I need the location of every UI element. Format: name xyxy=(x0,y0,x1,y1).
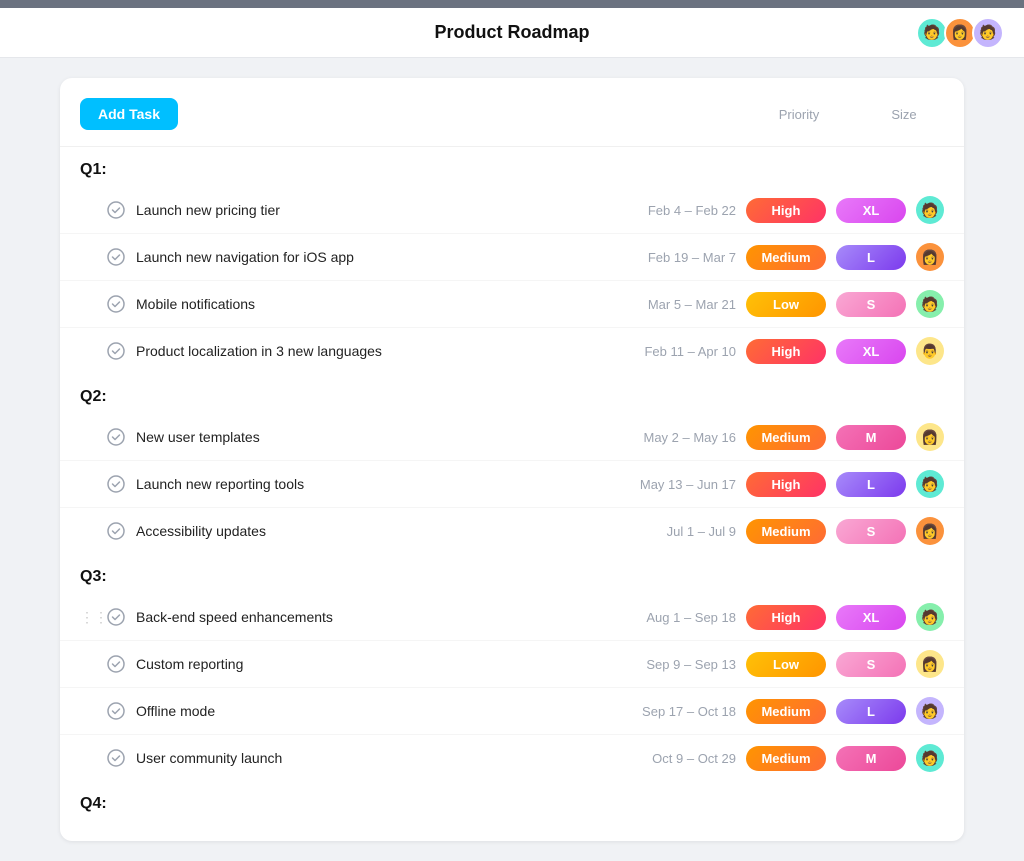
size-badge[interactable]: XL xyxy=(836,198,906,223)
header-avatars: 🧑 👩 🧑 xyxy=(916,17,1004,49)
task-name: Custom reporting xyxy=(136,656,596,672)
task-date: Sep 17 – Oct 18 xyxy=(606,704,736,719)
task-name: Launch new navigation for iOS app xyxy=(136,249,596,265)
column-headers: Priority Size xyxy=(754,107,944,122)
avatar: 👩 xyxy=(916,517,944,545)
priority-badge[interactable]: Low xyxy=(746,292,826,317)
table-row[interactable]: Launch new navigation for iOS app Feb 19 … xyxy=(60,234,964,281)
size-badge[interactable]: XL xyxy=(836,605,906,630)
section-q1: Q1: Launch new pricing tier Feb 4 – Feb 22… xyxy=(60,147,964,374)
priority-badge[interactable]: Medium xyxy=(746,699,826,724)
size-badge[interactable]: S xyxy=(836,519,906,544)
drag-handle-icon[interactable]: ⋮⋮ xyxy=(80,609,96,626)
task-name: User community launch xyxy=(136,750,596,766)
check-icon[interactable] xyxy=(106,748,126,768)
check-icon[interactable] xyxy=(106,654,126,674)
size-badge[interactable]: S xyxy=(836,292,906,317)
table-row[interactable]: Launch new reporting tools May 13 – Jun 1… xyxy=(60,461,964,508)
table-row[interactable]: Mobile notifications Mar 5 – Mar 21 Low S 🧑 xyxy=(60,281,964,328)
task-name: Launch new reporting tools xyxy=(136,476,596,492)
avatar: 🧑 xyxy=(916,697,944,725)
task-name: Offline mode xyxy=(136,703,596,719)
task-date: Aug 1 – Sep 18 xyxy=(606,610,736,625)
task-name: Launch new pricing tier xyxy=(136,202,596,218)
task-date: Oct 9 – Oct 29 xyxy=(606,751,736,766)
avatar: 👩 xyxy=(916,423,944,451)
avatar: 👨 xyxy=(916,337,944,365)
section-header-q4: Q4: xyxy=(60,781,964,821)
check-icon[interactable] xyxy=(106,294,126,314)
check-icon[interactable] xyxy=(106,341,126,361)
priority-header: Priority xyxy=(754,107,844,122)
size-badge[interactable]: L xyxy=(836,699,906,724)
avatar: 🧑 xyxy=(916,470,944,498)
header: Product Roadmap 🧑 👩 🧑 xyxy=(0,8,1024,58)
priority-badge[interactable]: Medium xyxy=(746,519,826,544)
task-date: May 13 – Jun 17 xyxy=(606,477,736,492)
priority-badge[interactable]: Low xyxy=(746,652,826,677)
task-name: Accessibility updates xyxy=(136,523,596,539)
table-row[interactable]: Launch new pricing tier Feb 4 – Feb 22 Hig… xyxy=(60,187,964,234)
table-row[interactable]: Accessibility updates Jul 1 – Jul 9 Medium… xyxy=(60,508,964,554)
avatar: 🧑 xyxy=(916,744,944,772)
top-bar xyxy=(0,0,1024,8)
priority-badge[interactable]: Medium xyxy=(746,746,826,771)
task-date: Sep 9 – Sep 13 xyxy=(606,657,736,672)
task-date: Mar 5 – Mar 21 xyxy=(606,297,736,312)
check-icon[interactable] xyxy=(106,474,126,494)
section-header-q3: Q3: xyxy=(60,554,964,594)
avatar: 🧑 xyxy=(916,603,944,631)
table-row[interactable]: ⋮⋮ Back-end speed enhancements Aug 1 – Sep… xyxy=(60,594,964,641)
check-icon[interactable] xyxy=(106,427,126,447)
roadmap-card: Add Task Priority Size Q1:Launch new pri… xyxy=(60,78,964,841)
size-badge[interactable]: L xyxy=(836,245,906,270)
size-badge[interactable]: L xyxy=(836,472,906,497)
section-header-q1: Q1: xyxy=(60,147,964,187)
task-date: May 2 – May 16 xyxy=(606,430,736,445)
priority-badge[interactable]: High xyxy=(746,339,826,364)
section-q2: Q2: New user templates May 2 – May 16 Mediu… xyxy=(60,374,964,554)
avatar-3: 🧑 xyxy=(972,17,1004,49)
add-task-button[interactable]: Add Task xyxy=(80,98,178,130)
task-name: Back-end speed enhancements xyxy=(136,609,596,625)
task-name: Product localization in 3 new languages xyxy=(136,343,596,359)
sections-container: Q1: Launch new pricing tier Feb 4 – Feb 22… xyxy=(60,147,964,821)
table-row[interactable]: Product localization in 3 new languages F… xyxy=(60,328,964,374)
check-icon[interactable] xyxy=(106,701,126,721)
table-row[interactable]: Offline mode Sep 17 – Oct 18 Medium L 🧑 xyxy=(60,688,964,735)
avatar: 🧑 xyxy=(916,290,944,318)
avatar: 🧑 xyxy=(916,196,944,224)
page-title: Product Roadmap xyxy=(434,22,589,43)
priority-badge[interactable]: Medium xyxy=(746,245,826,270)
section-header-q2: Q2: xyxy=(60,374,964,414)
size-badge[interactable]: XL xyxy=(836,339,906,364)
size-badge[interactable]: S xyxy=(836,652,906,677)
priority-badge[interactable]: High xyxy=(746,472,826,497)
avatar: 👩 xyxy=(916,650,944,678)
priority-badge[interactable]: High xyxy=(746,198,826,223)
table-row[interactable]: New user templates May 2 – May 16 Medium M 👩 xyxy=(60,414,964,461)
table-row[interactable]: Custom reporting Sep 9 – Sep 13 Low S 👩 xyxy=(60,641,964,688)
check-icon[interactable] xyxy=(106,247,126,267)
check-icon[interactable] xyxy=(106,607,126,627)
size-badge[interactable]: M xyxy=(836,425,906,450)
section-q3: Q3: ⋮⋮ Back-end speed enhancements Aug 1 – … xyxy=(60,554,964,781)
task-date: Jul 1 – Jul 9 xyxy=(606,524,736,539)
task-date: Feb 4 – Feb 22 xyxy=(606,203,736,218)
task-name: Mobile notifications xyxy=(136,296,596,312)
priority-badge[interactable]: High xyxy=(746,605,826,630)
size-header: Size xyxy=(864,107,944,122)
task-name: New user templates xyxy=(136,429,596,445)
size-badge[interactable]: M xyxy=(836,746,906,771)
table-row[interactable]: User community launch Oct 9 – Oct 29 Mediu… xyxy=(60,735,964,781)
check-icon[interactable] xyxy=(106,521,126,541)
check-icon[interactable] xyxy=(106,200,126,220)
task-date: Feb 19 – Mar 7 xyxy=(606,250,736,265)
section-q4: Q4: xyxy=(60,781,964,821)
main-content: Add Task Priority Size Q1:Launch new pri… xyxy=(0,58,1024,861)
toolbar: Add Task Priority Size xyxy=(60,98,964,147)
task-date: Feb 11 – Apr 10 xyxy=(606,344,736,359)
avatar: 👩 xyxy=(916,243,944,271)
priority-badge[interactable]: Medium xyxy=(746,425,826,450)
